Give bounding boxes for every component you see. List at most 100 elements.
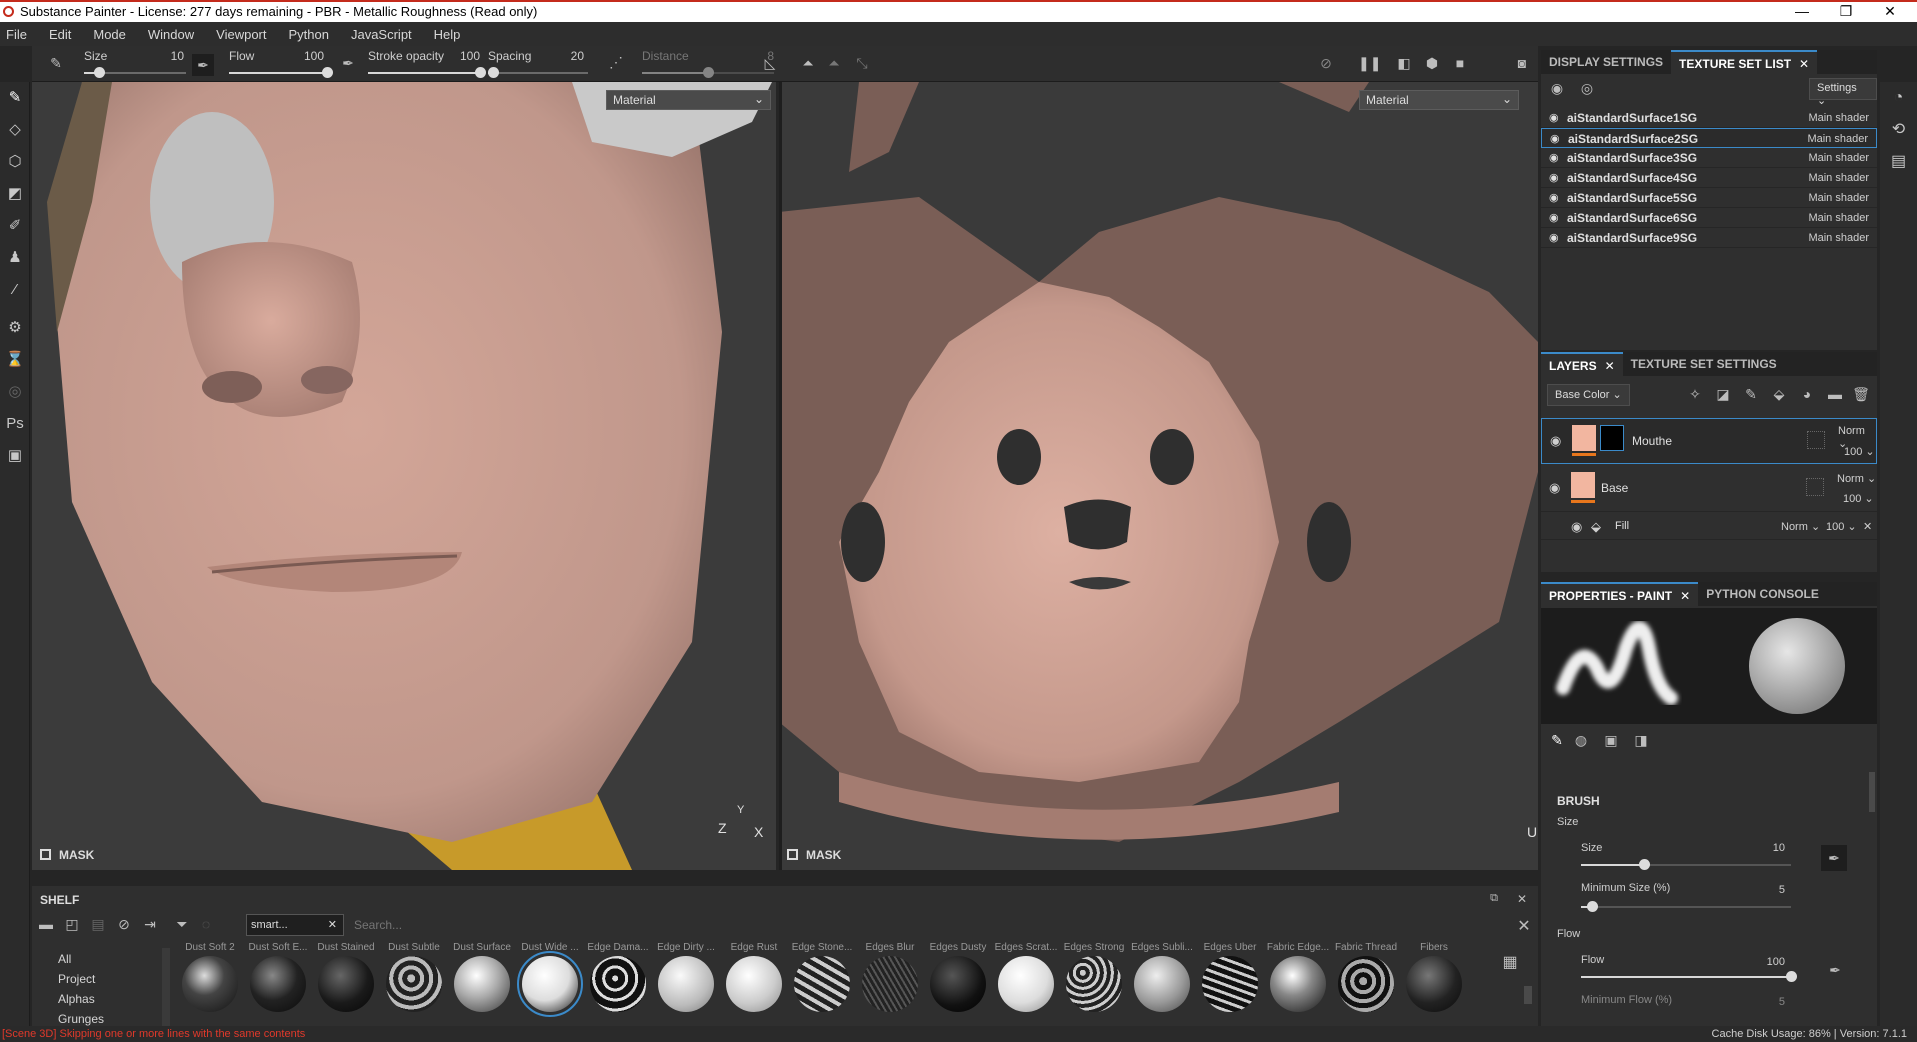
alpha-tab-icon[interactable]: ◨: [1631, 732, 1651, 749]
layer-opacity[interactable]: 100 ⌄: [1844, 445, 1875, 458]
eye-icon[interactable]: ◉: [1550, 433, 1561, 449]
texture-set-shader[interactable]: Main shader: [1808, 228, 1869, 248]
menu-javascript[interactable]: JavaScript: [351, 27, 412, 42]
material-thumbnail[interactable]: [318, 956, 374, 1012]
menu-mode[interactable]: Mode: [93, 27, 126, 42]
material-thumbnail[interactable]: [998, 956, 1054, 1012]
texture-set-shader[interactable]: Main shader: [1808, 108, 1869, 128]
import-icon[interactable]: ⇥: [140, 916, 160, 933]
layer-options-box[interactable]: [1807, 431, 1825, 449]
categories-scrollbar[interactable]: [162, 948, 170, 1026]
close-icon[interactable]: ✕: [1605, 359, 1615, 373]
refresh-icon[interactable]: ◌: [196, 916, 216, 932]
material-thumbnail[interactable]: [517, 951, 583, 1017]
viewport-2d-mode-dropdown[interactable]: Material ⌄: [1359, 90, 1519, 110]
material-thumbnail[interactable]: [1134, 956, 1190, 1012]
texture-set-shader[interactable]: Main shader: [1808, 188, 1869, 208]
min-size-value[interactable]: 5: [1761, 884, 1785, 896]
angle-icon[interactable]: ◺: [760, 55, 780, 72]
minimize-button[interactable]: —: [1780, 2, 1824, 22]
viewport-2d[interactable]: Material ⌄ U MASK: [779, 82, 1538, 870]
stroke-opacity-slider[interactable]: [368, 67, 486, 78]
material-tab-icon[interactable]: ◍: [1571, 732, 1591, 749]
eye-icon[interactable]: ◉: [1549, 208, 1559, 228]
tab-python-console[interactable]: PYTHON CONSOLE: [1698, 582, 1827, 606]
remove-filter-icon[interactable]: ✕: [328, 918, 337, 931]
close-button[interactable]: ✕: [1868, 2, 1912, 22]
layer-row-mouthe[interactable]: ◉ Mouthe Norm ⌄ 100 ⌄: [1541, 418, 1877, 464]
show-all-icon[interactable]: ◎: [1577, 80, 1597, 97]
layer-row-base[interactable]: ◉ Base Norm ⌄ 100 ⌄: [1541, 466, 1877, 512]
smudge-icon[interactable]: ✐: [0, 210, 30, 242]
material-thumbnail[interactable]: [726, 956, 782, 1012]
camera-icon[interactable]: ■: [1450, 55, 1470, 71]
brush-tab-icon[interactable]: ✎: [1547, 732, 1567, 749]
eye-icon[interactable]: ◉: [1550, 129, 1560, 149]
texture-set-row[interactable]: ◉ aiStandardSurface1SG Main shader: [1541, 108, 1877, 128]
stroke-opacity-value[interactable]: 100: [450, 49, 480, 63]
color-picker-icon[interactable]: ⁄: [0, 274, 30, 306]
add-fill-layer-icon[interactable]: ⬙: [1769, 386, 1789, 403]
stencil-tab-icon[interactable]: ▣: [1601, 732, 1621, 749]
size-value[interactable]: 10: [154, 49, 184, 63]
flow-pressure-icon[interactable]: ✒: [1825, 962, 1845, 979]
size-pressure-icon[interactable]: ✒: [1821, 845, 1847, 871]
iray-icon[interactable]: ◎: [0, 376, 30, 408]
material-thumbnail[interactable]: [930, 956, 986, 1012]
texture-set-row[interactable]: ◉ aiStandardSurface5SG Main shader: [1541, 188, 1877, 208]
filter-icon[interactable]: ⏷: [172, 916, 192, 933]
eraser-icon[interactable]: ◇: [0, 114, 30, 146]
menu-edit[interactable]: Edit: [49, 27, 71, 42]
material-thumbnail[interactable]: [250, 956, 306, 1012]
geometry-mask-icon[interactable]: ◩: [0, 178, 30, 210]
lazy-mouse-distance-icon[interactable]: ⋰: [606, 54, 626, 71]
material-thumbnail[interactable]: [862, 956, 918, 1012]
texture-set-shader[interactable]: Main shader: [1808, 168, 1869, 188]
layer-opacity[interactable]: 100 ⌄: [1843, 492, 1874, 505]
material-thumbnail[interactable]: [1406, 956, 1462, 1012]
effect-row-fill[interactable]: ◉ ⬙ Fill Norm ⌄ 100 ⌄ ✕: [1541, 514, 1877, 540]
effect-blend-mode[interactable]: Norm ⌄: [1781, 520, 1820, 533]
material-thumbnail[interactable]: [454, 956, 510, 1012]
add-mask-icon[interactable]: ◪: [1713, 386, 1733, 403]
hide-uv-icon[interactable]: ⊘: [1316, 55, 1336, 72]
delete-layer-icon[interactable]: 🗑: [1851, 386, 1871, 403]
shelf-scrollbar[interactable]: [1524, 986, 1532, 1004]
menu-window[interactable]: Window: [148, 27, 194, 42]
texture-set-row[interactable]: ◉ aiStandardSurface9SG Main shader: [1541, 228, 1877, 248]
eye-icon[interactable]: ◉: [1549, 148, 1559, 168]
texture-set-row[interactable]: ◉ aiStandardSurface4SG Main shader: [1541, 168, 1877, 188]
tab-properties-paint[interactable]: PROPERTIES - PAINT ✕: [1541, 582, 1699, 606]
layer-blend-mode[interactable]: Norm ⌄: [1837, 472, 1876, 485]
flow-pen-pressure-icon[interactable]: ✒: [338, 55, 358, 72]
material-thumbnail[interactable]: [1202, 956, 1258, 1012]
photoshop-export-icon[interactable]: Ps: [0, 408, 30, 440]
eye-icon[interactable]: ◉: [1571, 519, 1582, 535]
grid-view-icon[interactable]: ▦: [1500, 952, 1520, 972]
size-slider[interactable]: [84, 67, 186, 78]
texture-set-shader[interactable]: Main shader: [1808, 208, 1869, 228]
layer-options-box[interactable]: [1806, 478, 1824, 496]
menu-python[interactable]: Python: [288, 27, 328, 42]
eye-icon[interactable]: ◉: [1549, 168, 1559, 188]
brush-flow-slider[interactable]: [1581, 971, 1797, 982]
export-icon[interactable]: ▣: [0, 440, 30, 472]
paint-brush-icon[interactable]: ✎: [0, 82, 30, 114]
hide-all-icon[interactable]: ◉: [1547, 80, 1567, 97]
size-pen-pressure-icon[interactable]: ✒: [192, 54, 214, 76]
history-icon[interactable]: ⟲: [1880, 114, 1917, 146]
tab-texture-set-list[interactable]: TEXTURE SET LIST ✕: [1671, 50, 1818, 74]
material-thumbnail[interactable]: [182, 956, 238, 1012]
log-icon[interactable]: ▤: [1880, 146, 1917, 178]
close-icon[interactable]: ✕: [1799, 57, 1809, 71]
symmetry-mirror-icon[interactable]: ⏶: [824, 55, 844, 72]
material-thumbnail[interactable]: [658, 956, 714, 1012]
min-size-slider[interactable]: [1581, 901, 1791, 912]
distance-slider[interactable]: [642, 67, 774, 78]
render-mode-icon[interactable]: ⬢: [1422, 55, 1442, 72]
material-thumbnail[interactable]: [1338, 956, 1394, 1012]
projection-icon[interactable]: ⬡: [0, 146, 30, 178]
symmetry-axis-icon[interactable]: ⤡: [852, 55, 872, 72]
clone-stamp-icon[interactable]: ♟: [0, 242, 30, 274]
menu-viewport[interactable]: Viewport: [216, 27, 266, 42]
